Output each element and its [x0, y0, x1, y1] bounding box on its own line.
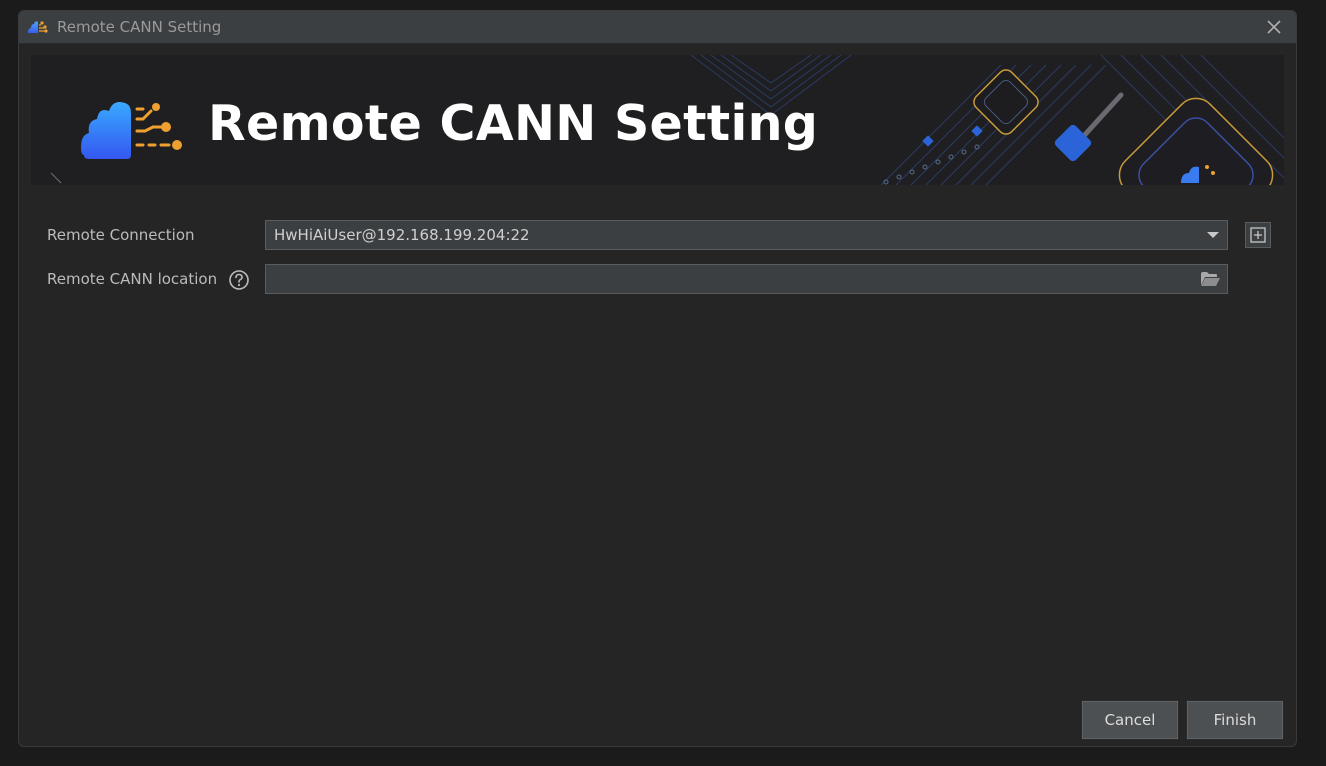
close-icon[interactable] [1262, 15, 1286, 39]
finish-button[interactable]: Finish [1187, 701, 1283, 739]
title-bar: Remote CANN Setting [19, 11, 1296, 44]
remote-cann-location-label: Remote CANN location [47, 270, 218, 288]
remote-connection-dropdown[interactable]: HwHiAiUser@192.168.199.204:22 [265, 220, 1228, 250]
app-icon [28, 21, 48, 33]
banner-heading: Remote CANN Setting [208, 95, 819, 152]
chevron-down-icon[interactable] [1207, 232, 1219, 238]
add-icon [1250, 227, 1266, 243]
folder-icon[interactable] [1199, 270, 1221, 288]
dialog-window: Remote CANN Setting Remote CANN Setting … [18, 10, 1297, 747]
remote-connection-label: Remote Connection [47, 226, 195, 244]
add-connection-button[interactable] [1245, 222, 1271, 248]
cancel-button[interactable]: Cancel [1082, 701, 1178, 739]
remote-connection-value: HwHiAiUser@192.168.199.204:22 [274, 226, 530, 244]
header-banner: Remote CANN Setting [31, 55, 1284, 185]
window-title: Remote CANN Setting [57, 18, 222, 36]
help-icon[interactable] [228, 269, 250, 291]
remote-cann-location-input[interactable] [265, 264, 1228, 294]
cann-logo-icon [81, 102, 182, 159]
